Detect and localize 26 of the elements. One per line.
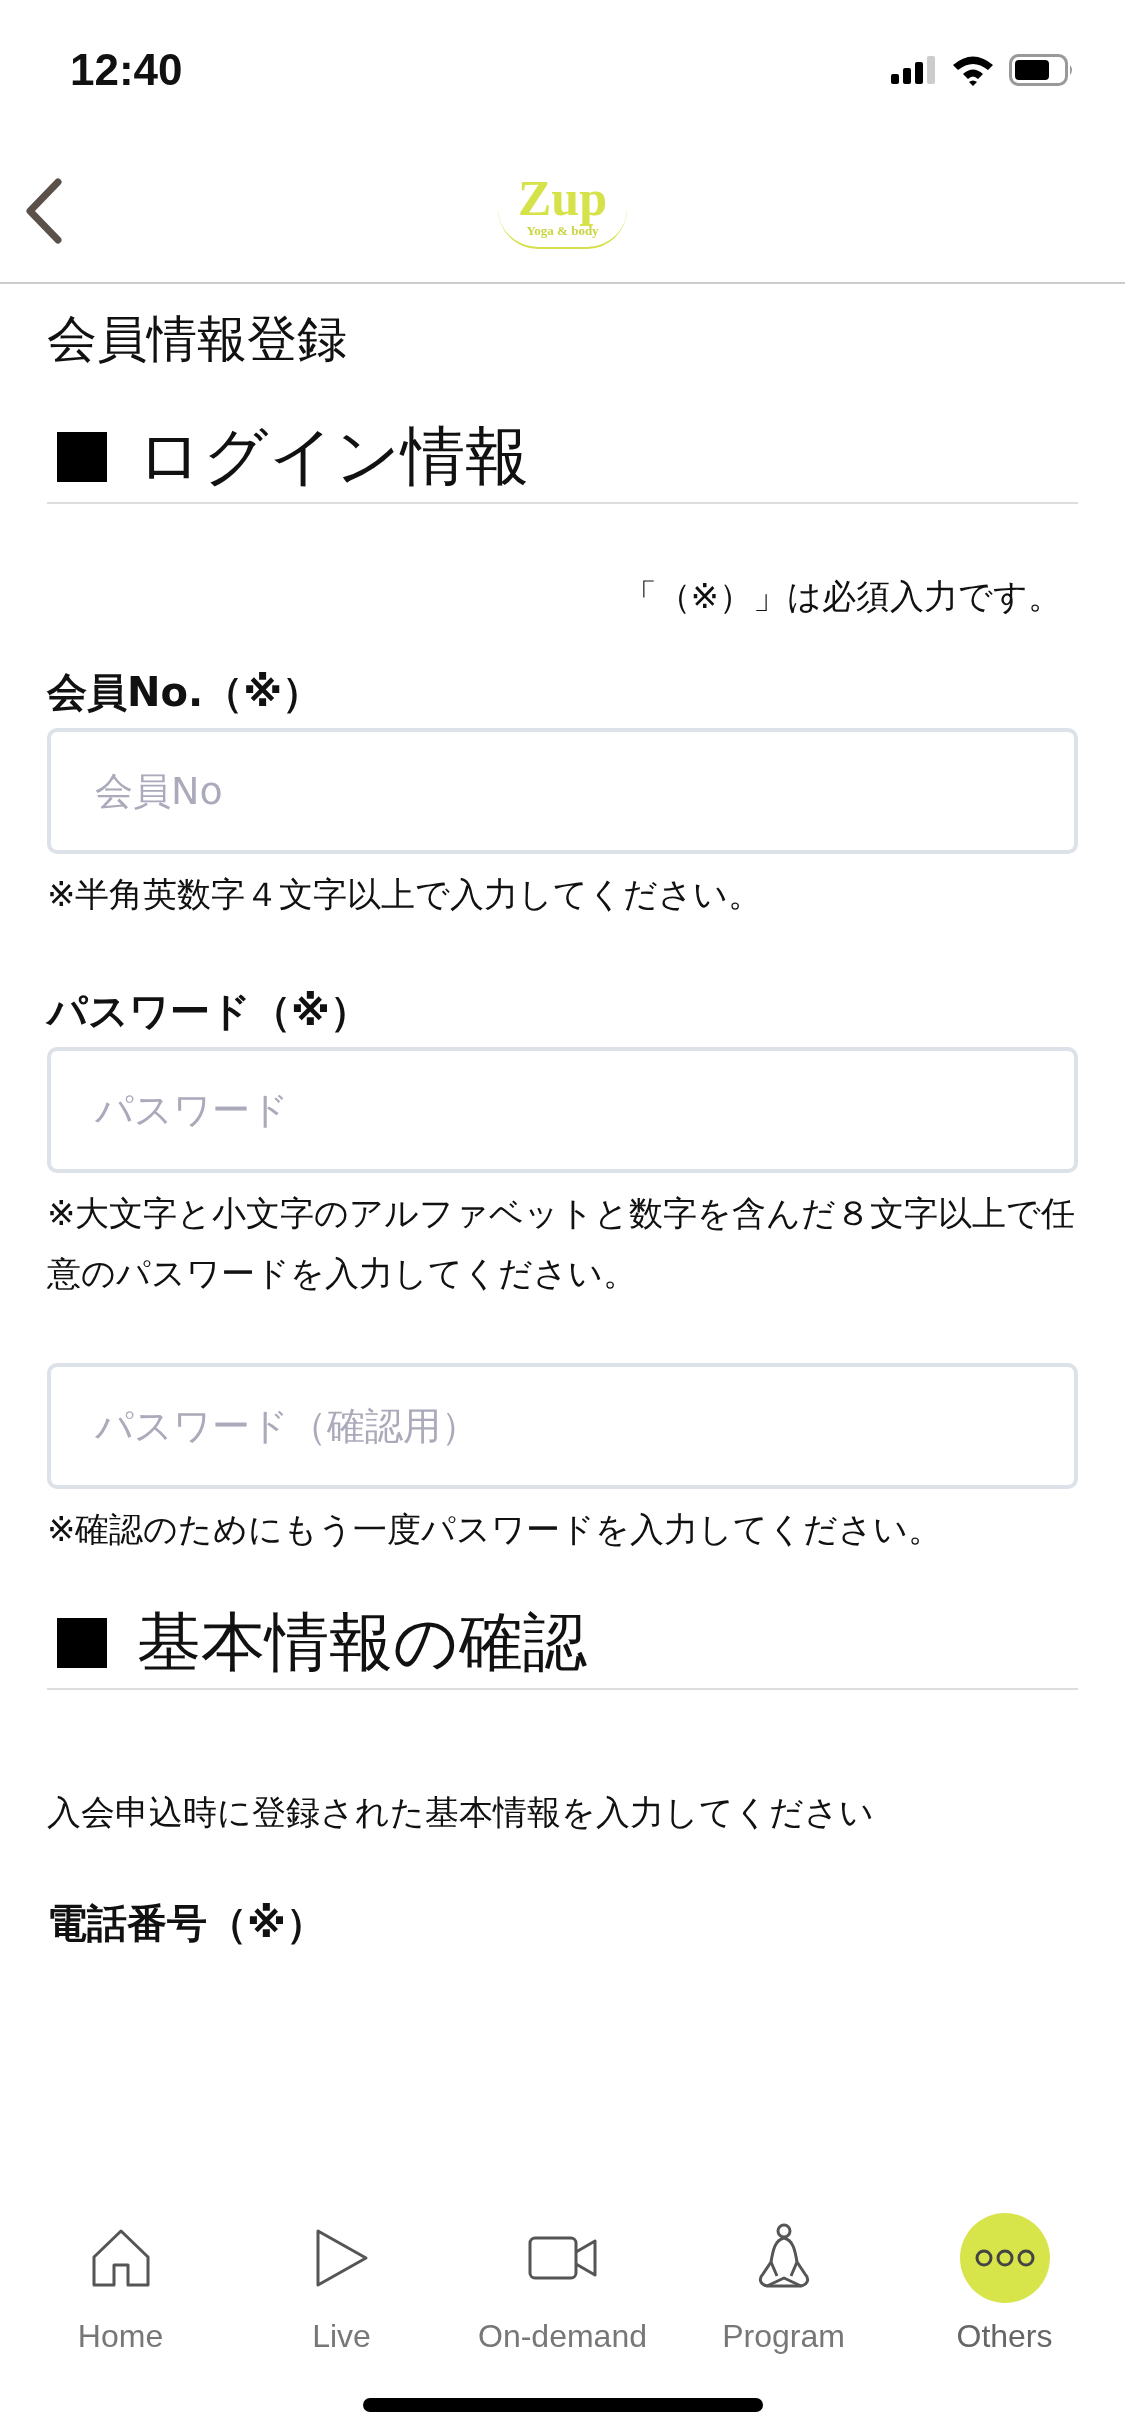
video-camera-icon	[527, 2236, 598, 2280]
logo: Zup Yoga & body	[498, 173, 627, 249]
signal-icon	[891, 56, 937, 84]
section-heading: ログイン情報	[47, 413, 1078, 504]
back-icon[interactable]	[24, 178, 64, 244]
status-time: 12:40	[70, 45, 183, 95]
input-field[interactable]: パスワード	[47, 1047, 1078, 1173]
section-intro: 入会申込時に登録された基本情報を入力してください	[47, 1791, 875, 1834]
tab[interactable]: Others	[904, 2198, 1105, 2368]
tab[interactable]: Home	[20, 2198, 221, 2368]
tab[interactable]: On-demand	[462, 2198, 663, 2368]
input-field[interactable]: 会員No	[47, 728, 1078, 854]
input-field[interactable]: パスワード（確認用）	[47, 1363, 1078, 1489]
battery-icon	[1009, 54, 1075, 86]
field-label: パスワード（※）	[47, 987, 371, 1036]
field-label: 電話番号（※）	[47, 1899, 327, 1948]
field-hint: ※半角英数字４文字以上で入力してください。	[47, 873, 764, 916]
required-note: 「（※）」は必須入力です。	[621, 575, 1063, 618]
field-hint: ※大文字と小文字のアルファベットと数字を含んだ８文字以上で任意のパスワードを入力してください。	[47, 1192, 1077, 1295]
field-hint: ※確認のためにもう一度パスワードを入力してください。	[47, 1508, 944, 1551]
section-heading: 基本情報の確認	[47, 1599, 1078, 1690]
field-label: 会員No.（※）	[47, 668, 324, 717]
tab[interactable]: Live	[241, 2198, 442, 2368]
tab[interactable]: Program	[683, 2198, 884, 2368]
wifi-icon	[951, 54, 995, 86]
page-title: 会員情報登録	[47, 309, 348, 370]
